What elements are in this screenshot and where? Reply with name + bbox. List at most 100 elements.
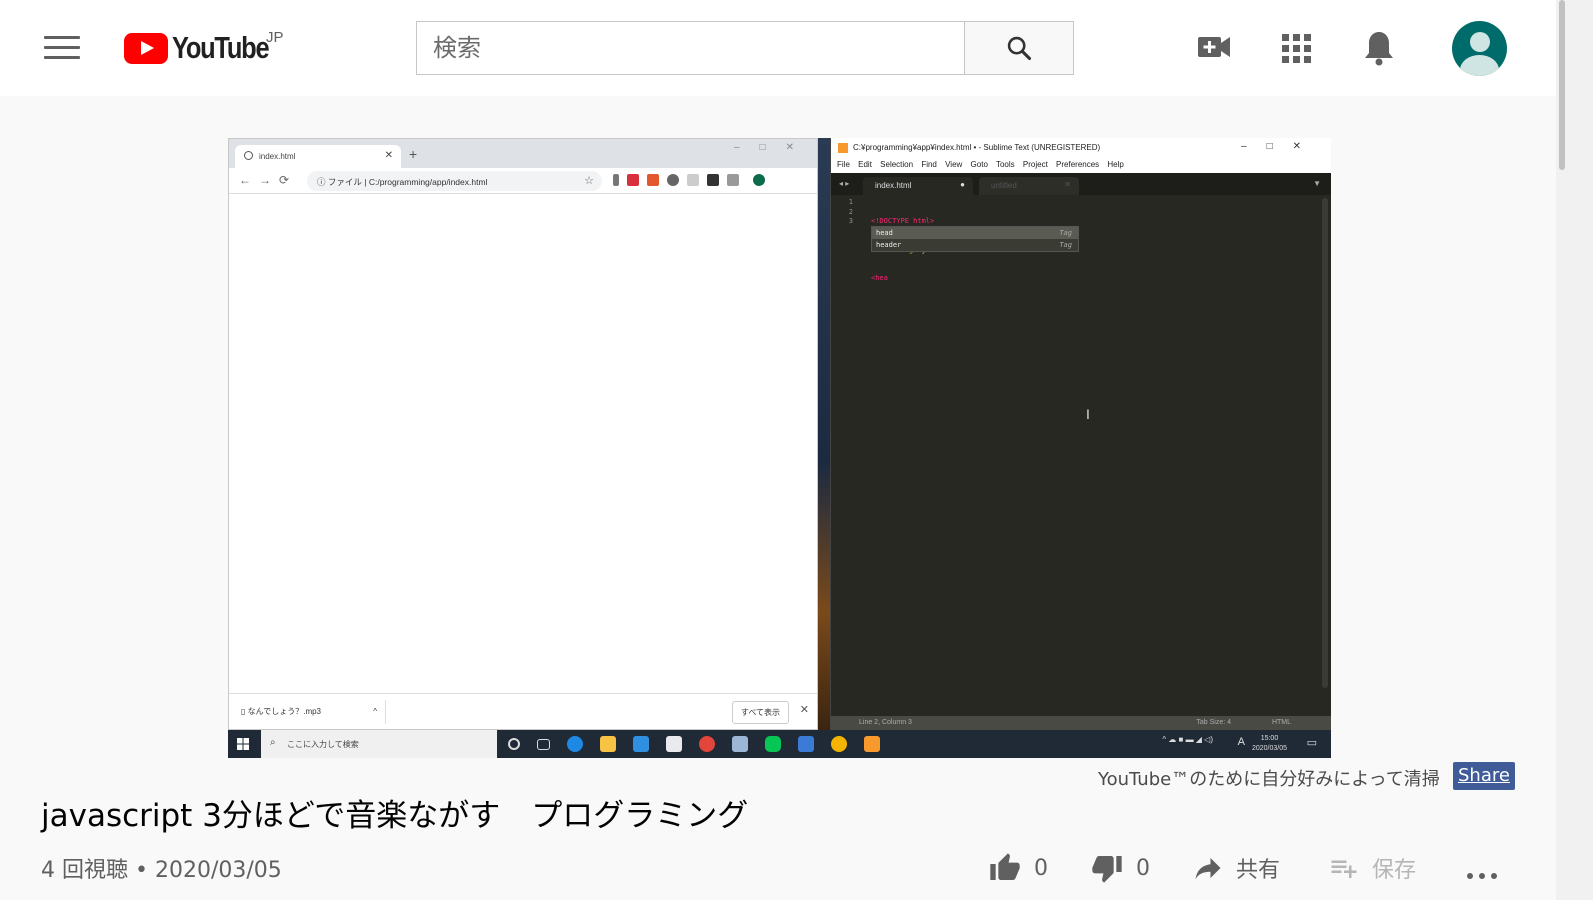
clock-date: 2020/03/05 bbox=[1251, 745, 1287, 752]
menu-item: Preferences bbox=[1056, 160, 1100, 169]
desktop-wallpaper-strip bbox=[818, 138, 830, 730]
download-shelf: ▯ なんでしょう？.mp3 ^ すべて表示 ✕ bbox=[229, 693, 817, 729]
autocomplete-popup: head Tag header Tag bbox=[871, 226, 1079, 252]
chrome-icon bbox=[699, 736, 715, 752]
more-actions-button[interactable] bbox=[1464, 858, 1500, 888]
autocomplete-item: header Tag bbox=[876, 241, 1072, 249]
search-box bbox=[416, 21, 1074, 75]
taskbar-search: ⌕ ここに入力して検索 bbox=[261, 730, 497, 758]
download-filename: なんでしょう？.mp3 bbox=[247, 707, 322, 716]
mail-icon bbox=[633, 736, 649, 752]
create-video-icon[interactable] bbox=[1196, 32, 1232, 67]
menu-item: File bbox=[837, 160, 850, 169]
extension-icon bbox=[627, 174, 639, 186]
bookmark-star-icon: ☆ bbox=[584, 175, 594, 187]
tab-size: Tab Size: 4 bbox=[1196, 719, 1231, 726]
extension-icon bbox=[727, 174, 739, 186]
menu-item: Edit bbox=[858, 160, 872, 169]
app-icon bbox=[831, 736, 847, 752]
menu-item: Selection bbox=[880, 160, 914, 169]
menu-item: View bbox=[945, 160, 963, 169]
address-scheme-label: ファイル bbox=[327, 177, 362, 187]
hamburger-menu-icon[interactable] bbox=[44, 36, 80, 62]
youtube-play-icon bbox=[124, 32, 168, 64]
tab-scroll-arrows-icon: ◂ ▸ bbox=[839, 179, 850, 188]
info-icon: ⓘ bbox=[317, 177, 328, 187]
menu-item: Help bbox=[1107, 160, 1124, 169]
file-explorer-icon bbox=[600, 736, 616, 752]
cursor-position: Line 2, Column 3 bbox=[859, 719, 912, 726]
extension-icon bbox=[667, 174, 679, 186]
edge-icon bbox=[567, 736, 583, 752]
dropdown-arrow-icon: ▼ bbox=[1313, 179, 1321, 188]
code-line: <hea bbox=[871, 274, 888, 282]
editor-menubar: File Edit Selection Find View Goto Tools… bbox=[831, 158, 1331, 173]
extension-icon bbox=[647, 174, 659, 186]
logo-text: YouTube bbox=[172, 30, 270, 65]
like-button[interactable]: 0 bbox=[988, 852, 1048, 884]
extension-icons bbox=[613, 174, 765, 186]
share-button[interactable]: 共有 bbox=[1192, 852, 1280, 884]
close-icon: ✕ bbox=[1064, 180, 1071, 189]
address-url: C:/programming/app/index.html bbox=[368, 177, 488, 187]
menu-item: Goto bbox=[970, 160, 988, 169]
new-tab-icon: + bbox=[409, 146, 418, 162]
youtube-logo[interactable]: YouTube bbox=[124, 30, 290, 66]
address-bar: ⓘ ファイル | C:/programming/app/index.html ☆ bbox=[307, 171, 602, 191]
line-gutter: 1 2 3 bbox=[848, 198, 853, 225]
video-credit-text: YouTube™のために自分好みによって清掃 bbox=[1098, 769, 1440, 790]
file-icon: ▯ bbox=[241, 707, 248, 716]
store-icon bbox=[666, 736, 682, 752]
page-scrollbar[interactable] bbox=[1556, 0, 1593, 900]
search-icon: ⌕ bbox=[270, 737, 276, 748]
video-player[interactable]: index.html ✕ + –□✕ ←→⟳ ⓘ ファイル | C:/progr… bbox=[228, 138, 1331, 758]
thumbs-up-icon bbox=[990, 853, 1020, 880]
like-count: 0 bbox=[1034, 855, 1048, 881]
share-link[interactable]: Share bbox=[1453, 762, 1515, 790]
editor-window-title: C:¥programming¥app¥index.html • - Sublim… bbox=[853, 143, 1101, 152]
share-arrow-icon bbox=[1195, 858, 1221, 880]
account-avatar[interactable] bbox=[1452, 21, 1507, 76]
browser-tabstrip: index.html ✕ + –□✕ bbox=[229, 139, 817, 168]
autocomplete-item: head Tag bbox=[872, 227, 1078, 239]
search-button[interactable] bbox=[964, 21, 1074, 75]
more-horizontal-icon bbox=[1467, 873, 1497, 879]
taskbar-apps bbox=[508, 736, 880, 752]
browser-tab-title: index.html bbox=[259, 152, 296, 161]
editor-tab-label: untitled bbox=[991, 181, 1017, 190]
profile-icon bbox=[753, 174, 765, 186]
window-controls: –□✕ bbox=[1241, 141, 1321, 152]
search-input[interactable] bbox=[416, 21, 964, 75]
syntax-label: HTML bbox=[1271, 719, 1291, 726]
share-label: 共有 bbox=[1236, 858, 1281, 883]
extension-icon bbox=[687, 174, 699, 186]
dislike-button[interactable]: 0 bbox=[1090, 852, 1150, 884]
line-icon bbox=[765, 736, 781, 752]
sublime-app-icon bbox=[838, 143, 848, 153]
browser-tab: index.html ✕ bbox=[235, 145, 401, 168]
sublime-taskbar-icon bbox=[864, 736, 880, 752]
browser-nav-icons: ←→⟳ bbox=[239, 173, 298, 187]
menu-item: Tools bbox=[995, 160, 1015, 169]
close-icon: ✕ bbox=[799, 704, 809, 716]
video-frame-browser-window: index.html ✕ + –□✕ ←→⟳ ⓘ ファイル | C:/progr… bbox=[228, 138, 818, 730]
chevron-up-icon: ^ bbox=[373, 707, 378, 716]
video-title: javascript 3分ほどで音楽ながす プログラミング bbox=[41, 798, 749, 834]
save-label: 保存 bbox=[1372, 858, 1417, 883]
save-button[interactable]: 保存 bbox=[1328, 852, 1416, 884]
app-icon bbox=[732, 736, 748, 752]
text-cursor-icon: I bbox=[1086, 406, 1090, 422]
editor-minimap-scroll bbox=[1322, 198, 1328, 688]
show-all-button: すべて表示 bbox=[731, 701, 789, 724]
close-icon: ✕ bbox=[384, 150, 393, 161]
menu-item: Find bbox=[921, 160, 937, 169]
notifications-bell-icon[interactable] bbox=[1364, 30, 1394, 71]
apps-grid-icon[interactable] bbox=[1282, 34, 1312, 69]
system-tray-icons: ^ ☁ ■ ▬ ◢ ◁) bbox=[1162, 735, 1213, 744]
extension-icon bbox=[613, 174, 619, 186]
scrollbar-thumb[interactable] bbox=[1559, 0, 1565, 170]
video-frame-editor-window: C:¥programming¥app¥index.html • - Sublim… bbox=[830, 138, 1331, 730]
unsaved-dot-icon: ● bbox=[960, 180, 965, 189]
playlist-add-icon bbox=[1331, 860, 1357, 878]
task-view-icon bbox=[537, 739, 550, 750]
